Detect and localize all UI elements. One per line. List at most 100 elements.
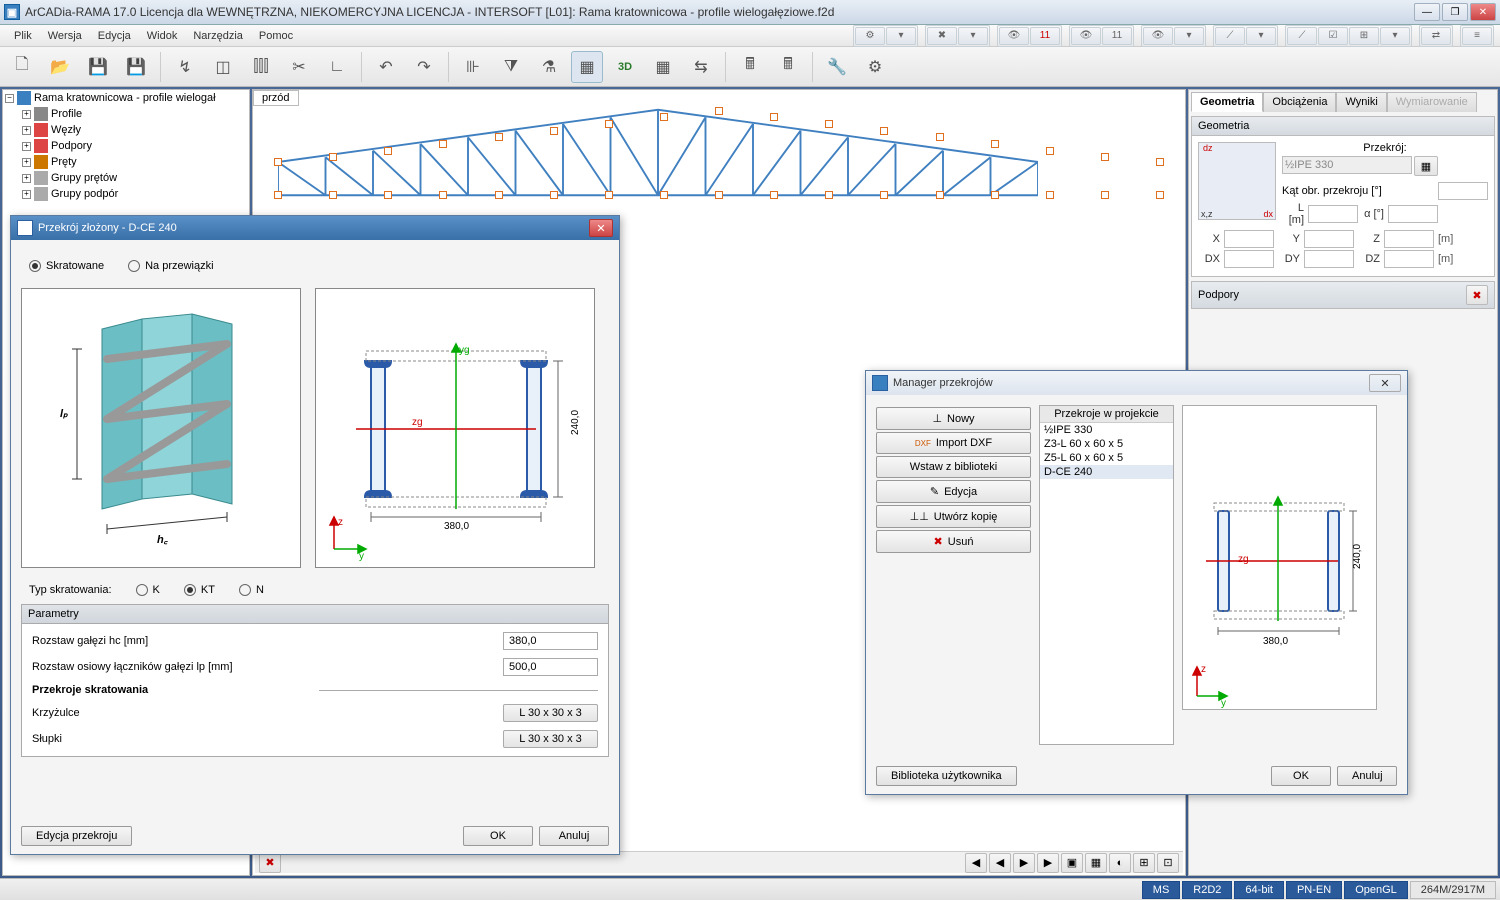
menu-widok[interactable]: Widok <box>139 28 186 44</box>
ribbon-btn[interactable]: 👁 <box>1071 27 1101 45</box>
expand-icon[interactable]: + <box>22 174 31 183</box>
nav-icon[interactable]: ⊞ <box>1133 853 1155 873</box>
ribbon-btn[interactable]: ▾ <box>1174 27 1204 45</box>
lp-input[interactable] <box>503 658 598 676</box>
nav-icon[interactable]: ◐ <box>1109 853 1131 873</box>
list-item[interactable]: D-CE 240 <box>1040 465 1173 479</box>
save-as-icon[interactable]: 💾 <box>120 51 152 83</box>
status-cell[interactable]: 64-bit <box>1234 881 1284 899</box>
ribbon-btn[interactable]: ✖ <box>927 27 957 45</box>
ribbon-btn[interactable]: ⚙ <box>855 27 885 45</box>
nowy-button[interactable]: ⊥Nowy <box>876 407 1031 430</box>
calc-icon[interactable]: 🖩 <box>772 51 804 83</box>
nav-prev-icon[interactable]: ◀ <box>989 853 1011 873</box>
krzyzulce-button[interactable]: L 30 x 30 x 3 <box>503 704 598 722</box>
wstaw-button[interactable]: Wstaw z biblioteki <box>876 456 1031 478</box>
menu-pomoc[interactable]: Pomoc <box>251 28 301 44</box>
ribbon-btn[interactable]: 👁 <box>1143 27 1173 45</box>
minimize-button[interactable]: — <box>1414 3 1440 21</box>
list-item[interactable]: ½IPE 330 <box>1040 423 1173 437</box>
x-input[interactable] <box>1224 230 1274 248</box>
menu-edycja[interactable]: Edycja <box>90 28 139 44</box>
ok-button[interactable]: OK <box>463 826 533 846</box>
status-cell[interactable]: MS <box>1142 881 1181 899</box>
nav-last-icon[interactable]: ▶ <box>1037 853 1059 873</box>
a-input[interactable] <box>1388 205 1438 223</box>
dx-input[interactable] <box>1224 250 1274 268</box>
list-item[interactable]: Z3-L 60 x 60 x 5 <box>1040 437 1173 451</box>
tab-obciazenia[interactable]: Obciążenia <box>1263 92 1336 112</box>
dialog-close-button[interactable]: ✕ <box>1369 374 1401 392</box>
l-input[interactable] <box>1308 205 1358 223</box>
biblioteka-button[interactable]: Biblioteka użytkownika <box>876 766 1017 786</box>
radio-kt[interactable]: KT <box>184 584 215 596</box>
ribbon-btn[interactable]: ▾ <box>958 27 988 45</box>
settings-icon[interactable]: ⚙ <box>859 51 891 83</box>
save-icon[interactable]: 💾 <box>82 51 114 83</box>
ribbon-btn[interactable]: ⇄ <box>1421 27 1451 45</box>
3d-icon[interactable]: 3D <box>609 51 641 83</box>
tree-item[interactable]: +Grupy podpór <box>3 186 249 202</box>
tool-icon[interactable]: ◫ <box>207 51 239 83</box>
ribbon-btn[interactable]: ▾ <box>886 27 916 45</box>
tool-icon[interactable]: ⇆ <box>685 51 717 83</box>
cancel-button[interactable]: Anuluj <box>1337 766 1397 786</box>
podpory-del-icon[interactable]: ✖ <box>1466 285 1488 305</box>
list-item[interactable]: Z5-L 60 x 60 x 5 <box>1040 451 1173 465</box>
radio-n[interactable]: N <box>239 584 264 596</box>
redo-icon[interactable]: ↷ <box>408 51 440 83</box>
tree-item[interactable]: +Pręty <box>3 154 249 170</box>
tree-item[interactable]: +Podpory <box>3 138 249 154</box>
nav-icon[interactable]: ⊡ <box>1157 853 1179 873</box>
tree-root[interactable]: − Rama kratownicowa - profile wielogał <box>3 90 249 106</box>
nav-icon[interactable]: ▣ <box>1061 853 1083 873</box>
menu-narzedzia[interactable]: Narzędzia <box>185 28 251 44</box>
expand-icon[interactable]: + <box>22 126 31 135</box>
hc-input[interactable] <box>503 632 598 650</box>
section-browse-button[interactable]: ▦ <box>1414 156 1438 176</box>
dialog-titlebar[interactable]: Przekrój złożony - D-CE 240 ✕ <box>11 216 619 240</box>
dy-input[interactable] <box>1304 250 1354 268</box>
kat-input[interactable] <box>1438 182 1488 200</box>
menu-wersja[interactable]: Wersja <box>40 28 90 44</box>
dialog-titlebar[interactable]: Manager przekrojów ✕ <box>866 371 1407 395</box>
section-list[interactable]: Przekroje w projekcie ½IPE 330 Z3-L 60 x… <box>1039 405 1174 745</box>
radio-skratowane[interactable]: Skratowane <box>29 260 104 272</box>
tool-icon[interactable]: ⊪ <box>457 51 489 83</box>
ribbon-btn[interactable]: ⊞ <box>1349 27 1379 45</box>
slupki-button[interactable]: L 30 x 30 x 3 <box>503 730 598 748</box>
ribbon-btn[interactable]: ⟋ <box>1287 27 1317 45</box>
filter-icon[interactable]: ⧩ <box>495 51 527 83</box>
collapse-icon[interactable]: − <box>5 94 14 103</box>
dialog-close-button[interactable]: ✕ <box>589 219 613 237</box>
z-input[interactable] <box>1384 230 1434 248</box>
edycja-button[interactable]: ✎Edycja <box>876 480 1031 503</box>
radio-na-przewiazki[interactable]: Na przewiązki <box>128 260 213 272</box>
tool-icon[interactable]: ↯ <box>169 51 201 83</box>
import-dxf-button[interactable]: DXFImport DXF <box>876 432 1031 454</box>
cut-icon[interactable]: ✂ <box>283 51 315 83</box>
maximize-button[interactable]: ❐ <box>1442 3 1468 21</box>
usun-button[interactable]: ✖Usuń <box>876 530 1031 553</box>
cancel-button[interactable]: Anuluj <box>539 826 609 846</box>
expand-icon[interactable]: + <box>22 110 31 119</box>
expand-icon[interactable]: + <box>22 190 31 199</box>
radio-k[interactable]: K <box>136 584 160 596</box>
ribbon-btn[interactable]: ⟋ <box>1215 27 1245 45</box>
ribbon-btn[interactable]: ▾ <box>1246 27 1276 45</box>
tree-item[interactable]: +Profile <box>3 106 249 122</box>
status-cell[interactable]: OpenGL <box>1344 881 1408 899</box>
nav-next-icon[interactable]: ▶ <box>1013 853 1035 873</box>
grid-icon[interactable]: ▦ <box>647 51 679 83</box>
status-cell[interactable]: R2D2 <box>1182 881 1232 899</box>
tree-item[interactable]: +Węzły <box>3 122 249 138</box>
tab-geometria[interactable]: Geometria <box>1191 92 1263 112</box>
edycja-przekroju-button[interactable]: Edycja przekroju <box>21 826 132 846</box>
expand-icon[interactable]: + <box>22 158 31 167</box>
view-tab[interactable]: przód <box>253 90 299 106</box>
tool-icon[interactable]: ∟ <box>321 51 353 83</box>
menu-plik[interactable]: Plik <box>6 28 40 44</box>
tool-icon[interactable]: ▦ <box>571 51 603 83</box>
nav-first-icon[interactable]: ◀ <box>965 853 987 873</box>
undo-icon[interactable]: ↶ <box>370 51 402 83</box>
